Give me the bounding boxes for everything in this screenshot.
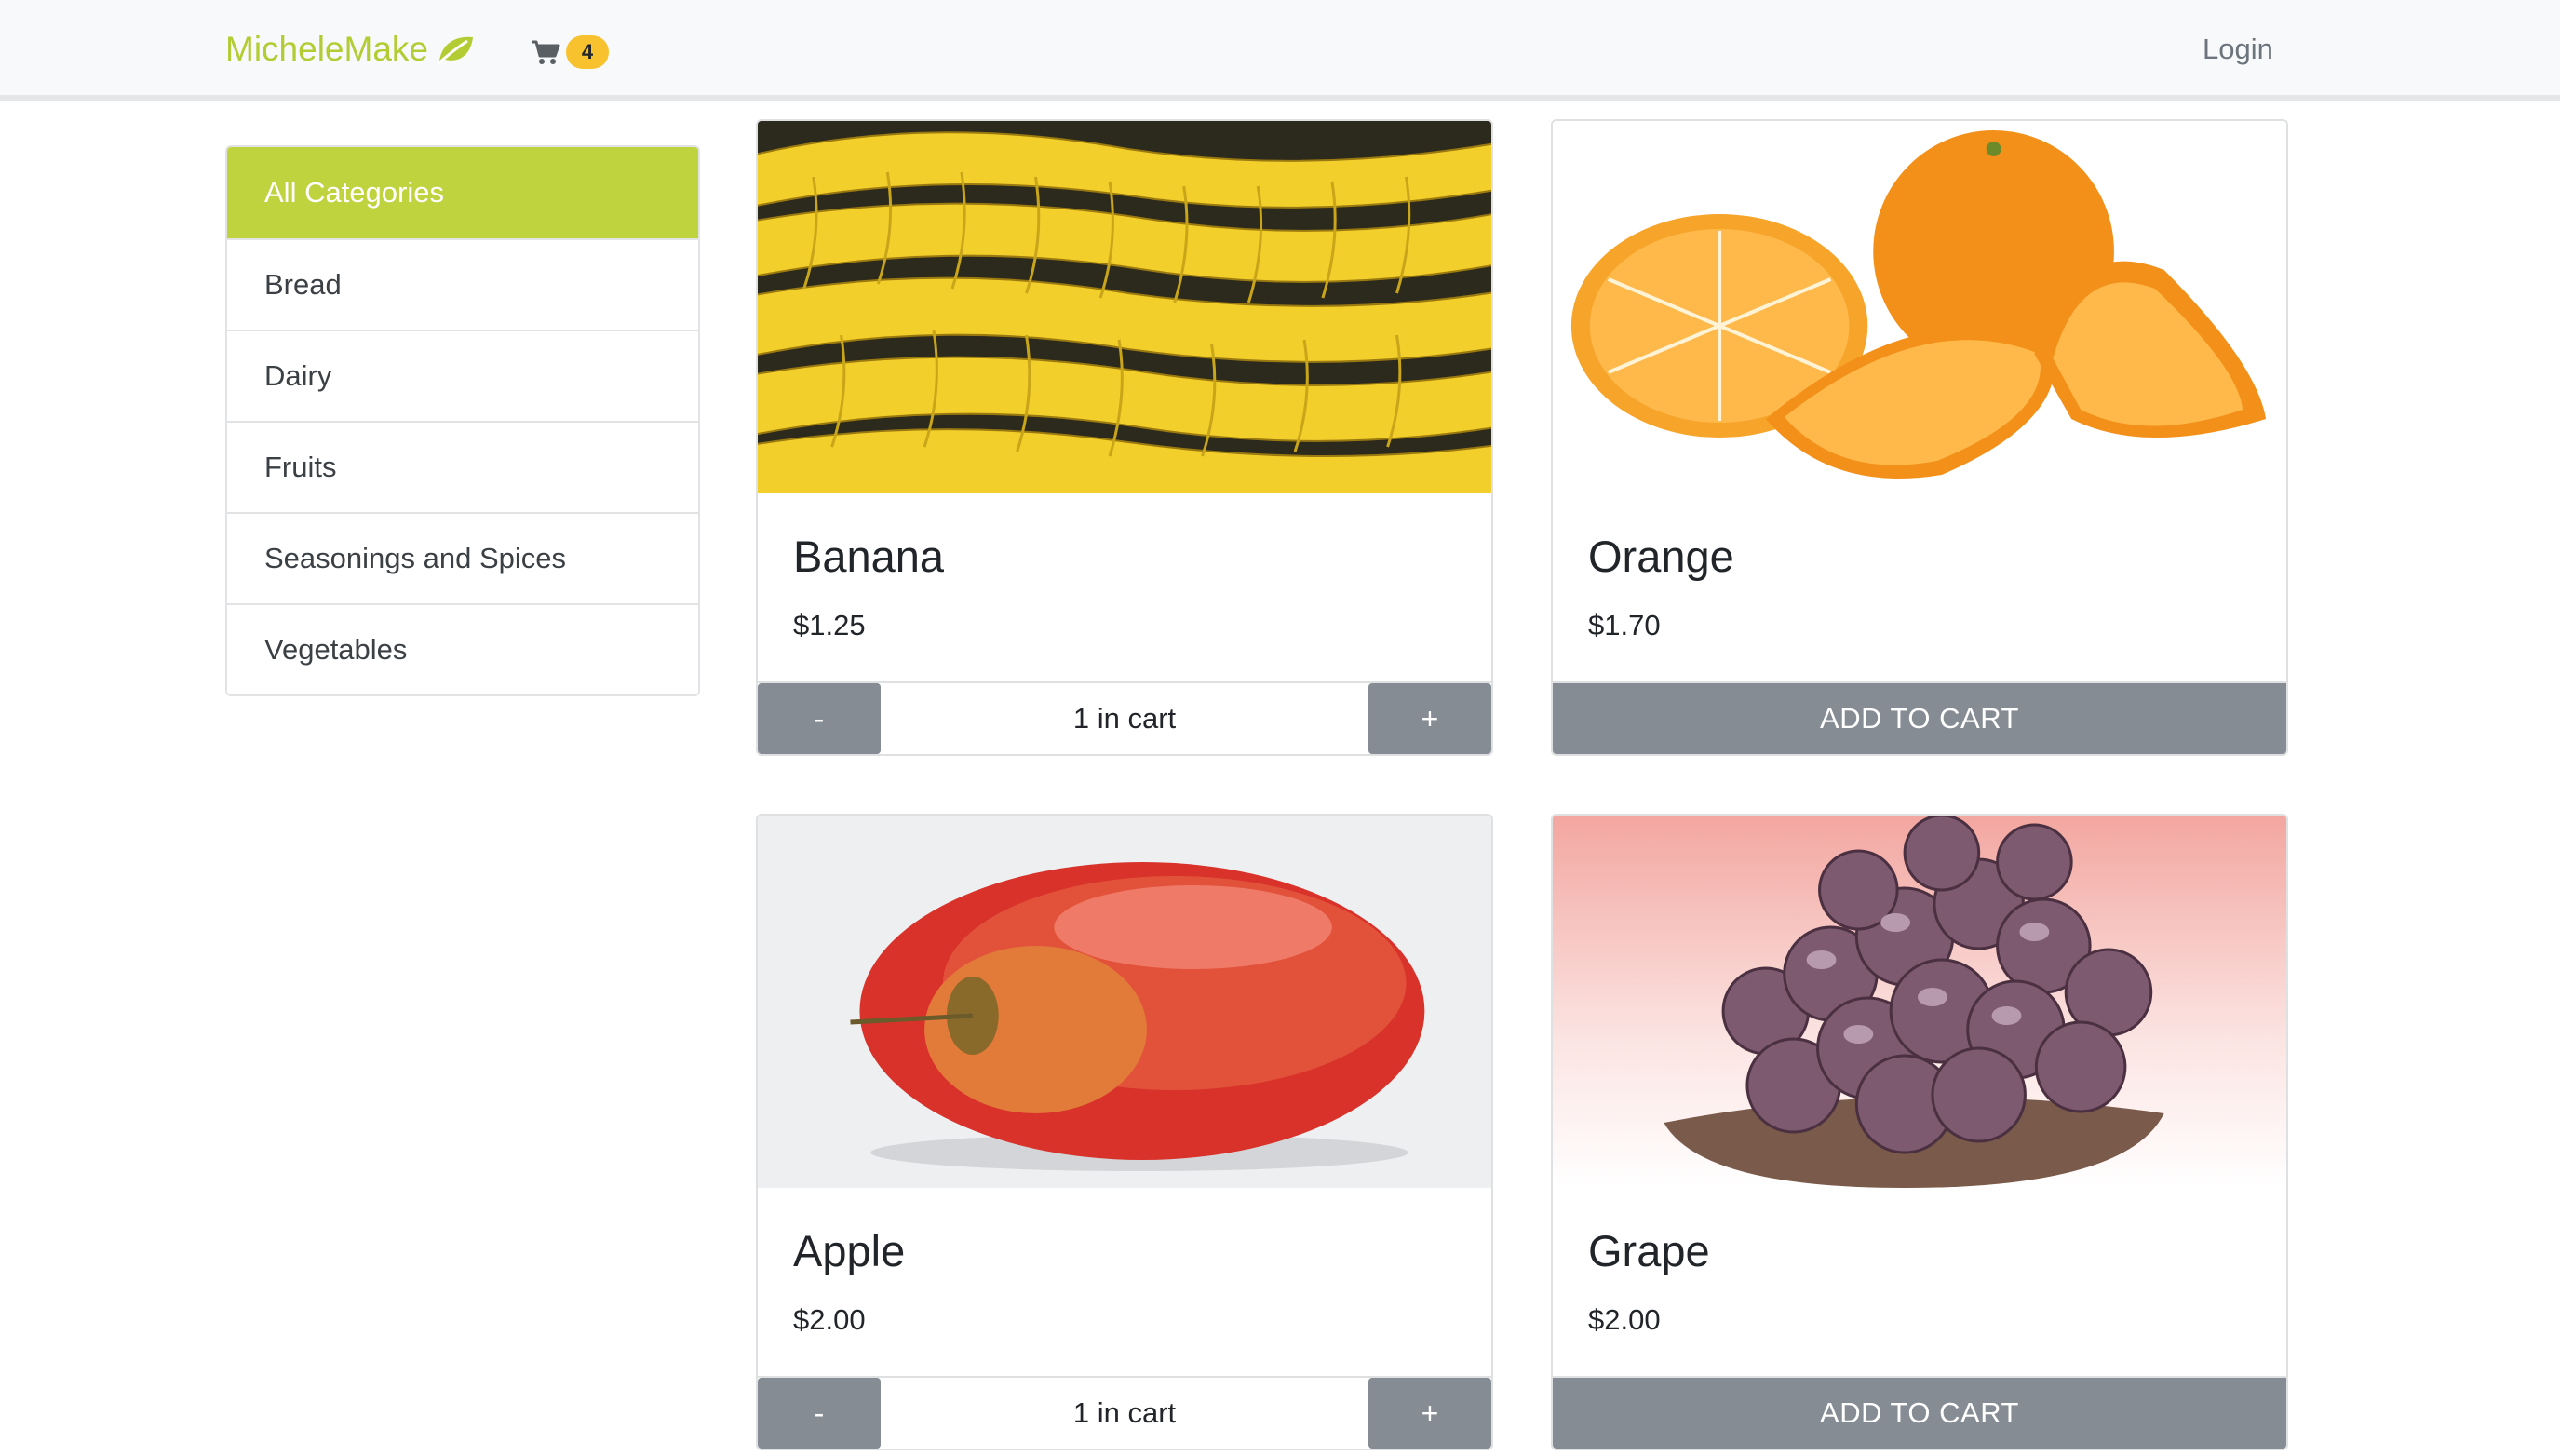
product-card-grape: Grape $2.00 ADD TO CART <box>1551 814 2288 1450</box>
increase-quantity-button[interactable]: + <box>1368 683 1491 754</box>
product-card-banana: Banana $1.25 - 1 in cart + <box>756 119 1493 756</box>
brand-link[interactable]: MicheleMake <box>225 24 475 74</box>
banana-image <box>758 121 1491 493</box>
product-name: Banana <box>793 532 945 581</box>
category-list: All Categories Bread Dairy Fruits Season… <box>225 145 700 696</box>
card-footer: ADD TO CART <box>1553 681 2286 754</box>
grape-image <box>1553 816 2286 1188</box>
apple-image <box>758 816 1491 1188</box>
card-footer: - 1 in cart + <box>758 681 1491 754</box>
product-name: Orange <box>1588 532 1734 581</box>
category-bread[interactable]: Bread <box>227 238 698 330</box>
decrease-quantity-button[interactable]: - <box>758 683 881 754</box>
product-card-orange: Orange $1.70 ADD TO CART <box>1551 119 2288 756</box>
increase-quantity-button[interactable]: + <box>1368 1378 1491 1449</box>
add-to-cart-button[interactable]: ADD TO CART <box>1553 683 2286 754</box>
product-name: Grape <box>1588 1226 1710 1275</box>
cart-button[interactable]: 4 <box>531 34 609 71</box>
brand-name: MicheleMake <box>225 30 428 68</box>
cart-count-badge: 4 <box>566 35 609 69</box>
card-footer: - 1 in cart + <box>758 1376 1491 1449</box>
product-name: Apple <box>793 1226 906 1275</box>
product-price: $1.70 <box>1588 609 1661 641</box>
shopping-cart-icon <box>531 39 560 65</box>
category-all[interactable]: All Categories <box>227 147 698 238</box>
category-vegetables[interactable]: Vegetables <box>227 603 698 694</box>
decrease-quantity-button[interactable]: - <box>758 1378 881 1449</box>
product-price: $2.00 <box>1588 1303 1661 1336</box>
category-seasonings[interactable]: Seasonings and Spices <box>227 512 698 603</box>
product-price: $2.00 <box>793 1303 866 1336</box>
add-to-cart-button[interactable]: ADD TO CART <box>1553 1378 2286 1449</box>
card-footer: ADD TO CART <box>1553 1376 2286 1449</box>
category-fruits[interactable]: Fruits <box>227 421 698 512</box>
category-dairy[interactable]: Dairy <box>227 330 698 421</box>
cart-quantity: 1 in cart <box>1072 702 1177 735</box>
navbar: MicheleMake 4 Login <box>0 0 2560 101</box>
login-link[interactable]: Login <box>2203 30 2273 69</box>
orange-image <box>1553 121 2286 493</box>
product-price: $1.25 <box>793 609 866 641</box>
product-card-apple: Apple $2.00 - 1 in cart + <box>756 814 1493 1450</box>
leaf-icon <box>436 34 475 66</box>
cart-quantity: 1 in cart <box>1072 1396 1177 1429</box>
